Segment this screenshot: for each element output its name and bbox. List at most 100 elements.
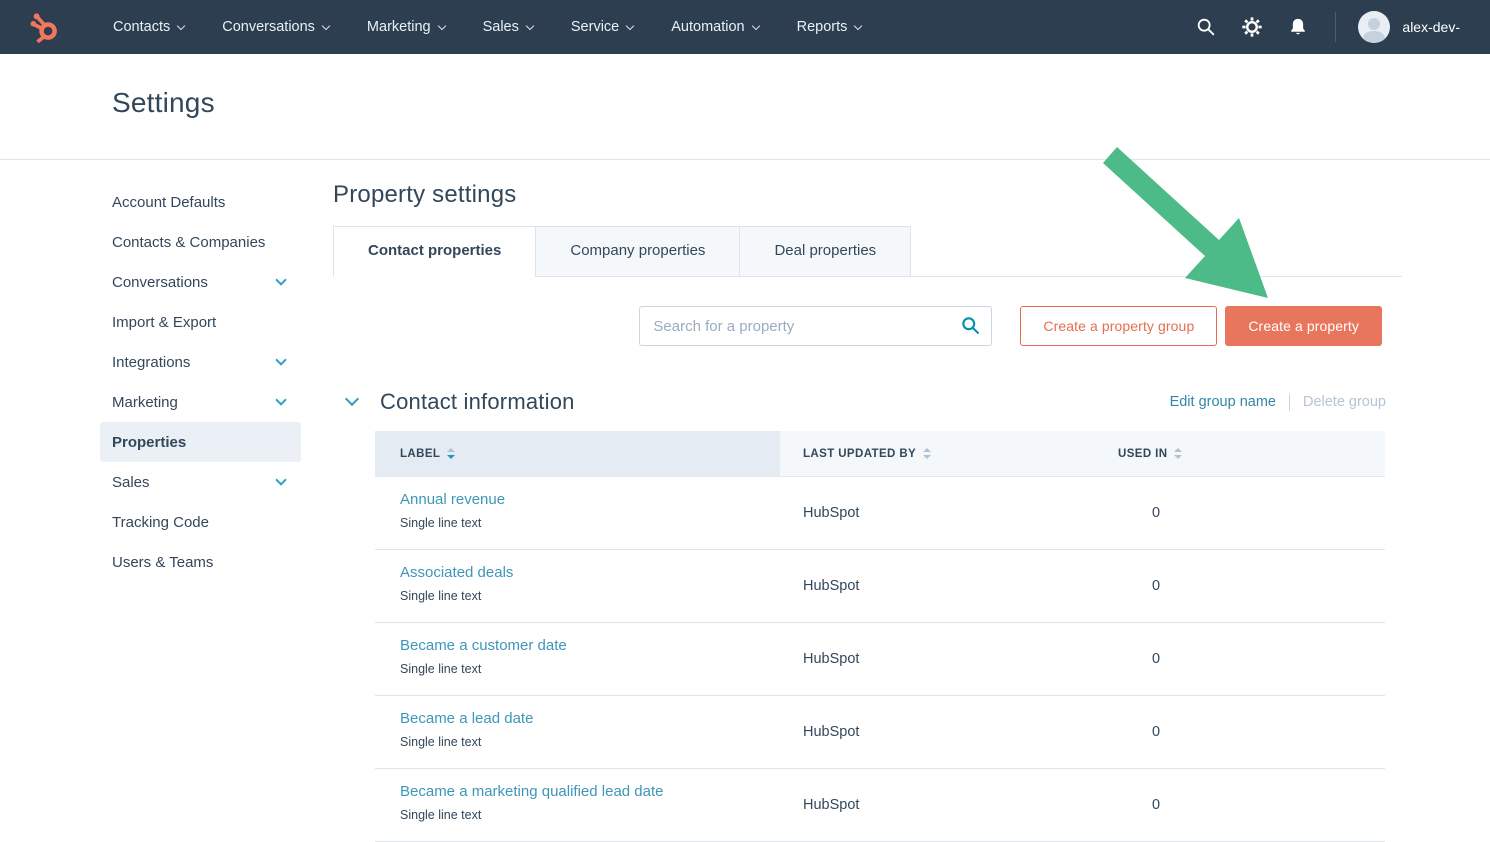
sidebar-item-users-teams[interactable]: Users & Teams: [100, 542, 301, 582]
page-title: Settings: [112, 87, 215, 119]
nav-item-label: Reports: [797, 19, 848, 35]
main-menu: Contacts Conversations Marketing Sales S…: [94, 0, 880, 54]
nav-item-marketing[interactable]: Marketing: [348, 0, 464, 54]
main-content: Property settings Contact properties Com…: [333, 178, 1402, 842]
chevron-down-icon: [275, 274, 286, 285]
sort-icon[interactable]: [1174, 448, 1182, 459]
edit-group-name-link[interactable]: Edit group name: [1170, 394, 1276, 410]
chevron-down-icon: [526, 21, 534, 29]
search-icon[interactable]: [1195, 16, 1217, 38]
sidebar-item-contacts-companies[interactable]: Contacts & Companies: [100, 222, 301, 262]
chevron-down-icon: [275, 394, 286, 405]
last-updated-by-cell: HubSpot: [780, 769, 1074, 841]
section-title: Property settings: [333, 181, 1402, 209]
nav-item-label: Contacts: [113, 19, 170, 35]
last-updated-by-cell: HubSpot: [780, 550, 1074, 622]
table-row: Became a marketing qualified lead date S…: [375, 769, 1385, 842]
properties-table: LABEL LAST UPDATED BY USED IN Annual rev…: [375, 431, 1385, 842]
sidebar-item-sales[interactable]: Sales: [100, 462, 301, 502]
used-in-cell: 0: [1074, 477, 1385, 549]
sidebar-item-integrations[interactable]: Integrations: [100, 342, 301, 382]
sidebar-item-label: Users & Teams: [112, 554, 289, 571]
page-header: Settings: [0, 54, 1490, 160]
property-name-link[interactable]: Annual revenue: [400, 491, 505, 508]
property-tabs: Contact properties Company properties De…: [333, 226, 1402, 277]
sidebar-item-properties[interactable]: Properties: [100, 422, 301, 462]
chevron-down-icon: [275, 354, 286, 365]
column-header-last-updated-by[interactable]: LAST UPDATED BY: [780, 431, 1074, 476]
last-updated-by-cell: HubSpot: [780, 696, 1074, 768]
property-name-link[interactable]: Became a customer date: [400, 637, 567, 654]
create-property-button[interactable]: Create a property: [1225, 306, 1382, 346]
tab-deal-properties[interactable]: Deal properties: [740, 226, 911, 276]
sidebar-item-marketing[interactable]: Marketing: [100, 382, 301, 422]
used-in-cell: 0: [1074, 623, 1385, 695]
nav-right-cluster: alex-dev-: [1171, 11, 1460, 43]
chevron-down-icon: [437, 21, 445, 29]
property-name-link[interactable]: Became a lead date: [400, 710, 533, 727]
nav-item-contacts[interactable]: Contacts: [94, 0, 203, 54]
property-cell: Associated deals Single line text: [375, 550, 780, 622]
nav-item-label: Sales: [483, 19, 519, 35]
nav-item-automation[interactable]: Automation: [652, 0, 777, 54]
bell-icon[interactable]: [1287, 16, 1309, 38]
used-in-cell: 0: [1074, 550, 1385, 622]
hubspot-logo-icon[interactable]: [26, 9, 62, 45]
link-separator: [1289, 394, 1290, 411]
create-property-group-button[interactable]: Create a property group: [1020, 306, 1217, 346]
used-in-cell: 0: [1074, 769, 1385, 841]
property-name-link[interactable]: Associated deals: [400, 564, 513, 581]
nav-divider: [1335, 12, 1336, 42]
settings-sidebar: Account Defaults Contacts & Companies Co…: [100, 182, 301, 582]
nav-item-label: Marketing: [367, 19, 431, 35]
property-cell: Became a marketing qualified lead date S…: [375, 769, 780, 841]
column-header-label[interactable]: LABEL: [375, 431, 780, 476]
user-menu[interactable]: alex-dev-: [1402, 19, 1460, 35]
sidebar-item-label: Conversations: [112, 274, 277, 291]
column-header-text: LABEL: [400, 448, 440, 460]
nav-item-reports[interactable]: Reports: [778, 0, 881, 54]
collapse-group-chevron-icon[interactable]: [345, 392, 359, 406]
chevron-down-icon: [275, 474, 286, 485]
property-cell: Became a lead date Single line text: [375, 696, 780, 768]
table-row: Became a customer date Single line text …: [375, 623, 1385, 696]
sidebar-item-import-export[interactable]: Import & Export: [100, 302, 301, 342]
column-header-used-in[interactable]: USED IN: [1074, 431, 1385, 476]
nav-item-conversations[interactable]: Conversations: [203, 0, 348, 54]
table-toolbar: Create a property group Create a propert…: [333, 306, 1402, 346]
group-title: Contact information: [380, 389, 575, 415]
avatar-head-shape: [1368, 18, 1380, 30]
property-search: [639, 306, 992, 346]
avatar-body-shape: [1363, 31, 1385, 43]
sidebar-item-conversations[interactable]: Conversations: [100, 262, 301, 302]
gear-icon[interactable]: [1241, 16, 1263, 38]
tab-company-properties[interactable]: Company properties: [536, 226, 740, 276]
used-in-cell: 0: [1074, 696, 1385, 768]
property-name-link[interactable]: Became a marketing qualified lead date: [400, 783, 664, 800]
nav-item-label: Service: [571, 19, 619, 35]
group-header: Contact information Edit group name Dele…: [333, 389, 1402, 415]
sidebar-item-tracking-code[interactable]: Tracking Code: [100, 502, 301, 542]
sidebar-item-label: Sales: [112, 474, 277, 491]
top-navigation-bar: Contacts Conversations Marketing Sales S…: [0, 0, 1490, 54]
property-type: Single line text: [400, 589, 780, 603]
sidebar-item-label: Integrations: [112, 354, 277, 371]
nav-item-sales[interactable]: Sales: [464, 0, 552, 54]
property-type: Single line text: [400, 662, 780, 676]
table-row: Associated deals Single line text HubSpo…: [375, 550, 1385, 623]
nav-item-label: Conversations: [222, 19, 315, 35]
avatar[interactable]: [1358, 11, 1390, 43]
sort-icon[interactable]: [923, 448, 931, 459]
chevron-down-icon: [177, 21, 185, 29]
search-input[interactable]: [639, 306, 992, 346]
sort-icon[interactable]: [447, 448, 455, 459]
chevron-down-icon: [854, 21, 862, 29]
property-type: Single line text: [400, 516, 780, 530]
sidebar-item-account-defaults[interactable]: Account Defaults: [100, 182, 301, 222]
nav-item-service[interactable]: Service: [552, 0, 652, 54]
tab-contact-properties[interactable]: Contact properties: [333, 226, 536, 276]
search-icon[interactable]: [960, 315, 981, 336]
property-type: Single line text: [400, 808, 780, 822]
column-header-text: LAST UPDATED BY: [803, 448, 916, 460]
sidebar-item-label: Properties: [112, 434, 289, 451]
